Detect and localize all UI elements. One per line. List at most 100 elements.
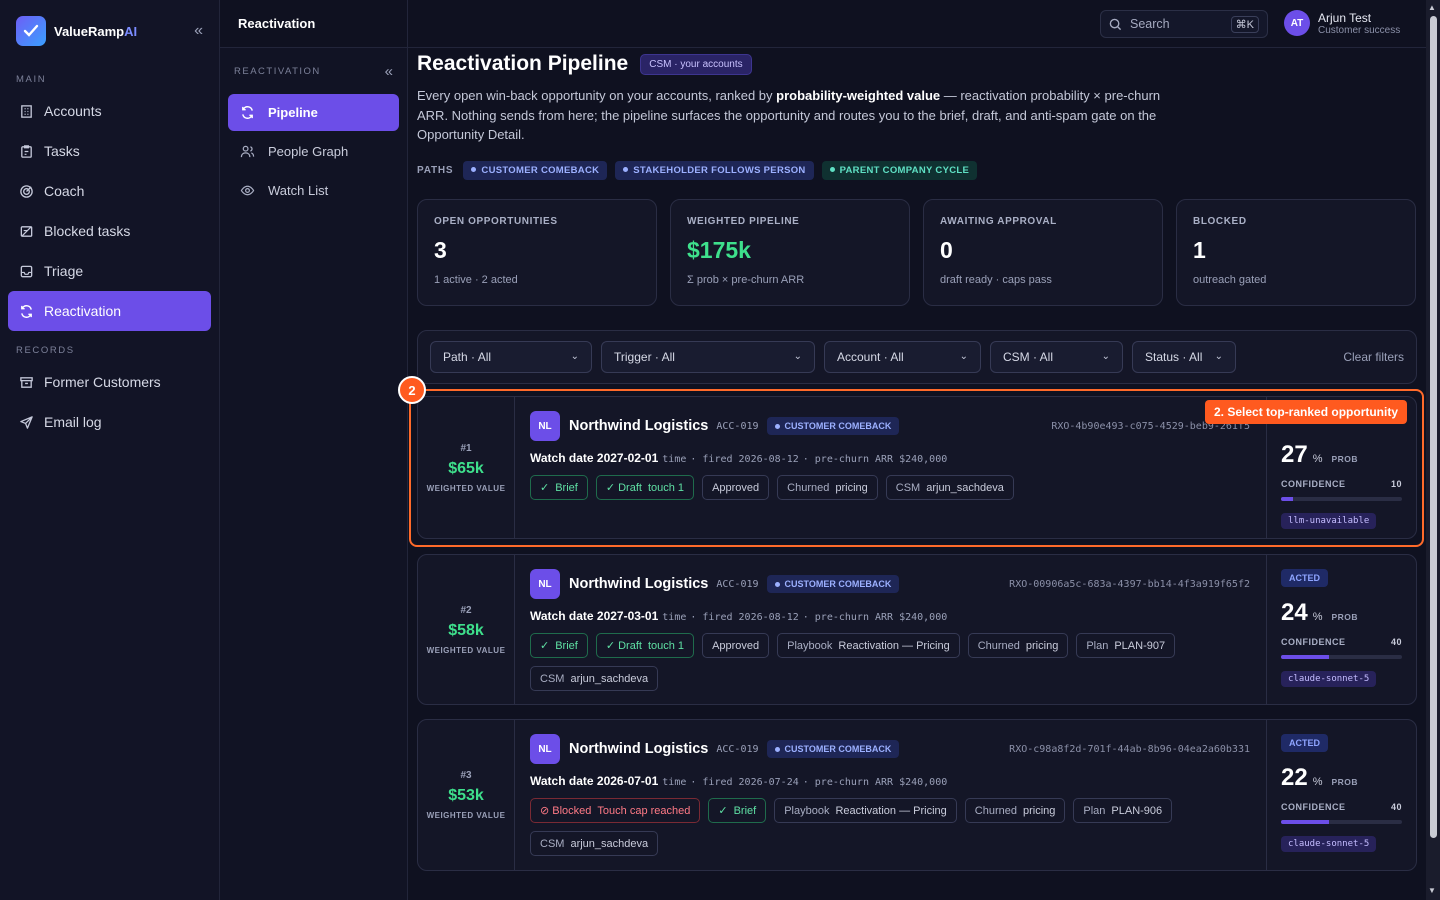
opportunity-tag[interactable]: Approved <box>702 475 770 500</box>
collapse-subnav-icon[interactable]: « <box>385 63 393 80</box>
collapse-sidebar-icon[interactable]: « <box>194 22 203 40</box>
account-name[interactable]: Northwind Logistics <box>569 576 708 592</box>
opportunity-card[interactable]: #3 $53k WEIGHTED VALUE NL Northwind Logi… <box>417 719 1417 871</box>
probability-percent: % <box>1312 776 1323 788</box>
nav-item-label: Tasks <box>44 143 80 159</box>
opportunity-tag[interactable]: ✓ Brief <box>530 475 588 500</box>
sidebar-item-former-customers[interactable]: Former Customers <box>8 362 211 402</box>
probability-column: ACTED 22 % PROB CONFIDENCE 40 claude-sonn… <box>1266 720 1416 870</box>
account-filter-select[interactable]: Account · All ⌄ <box>824 340 981 373</box>
csm-filter-select[interactable]: CSM · All ⌄ <box>990 340 1123 373</box>
brand-logo-icon <box>16 16 46 46</box>
opportunity-tag[interactable]: ✓ Draft touch 1 <box>595 633 695 658</box>
trigger-filter-select[interactable]: Trigger · All ⌄ <box>601 340 815 373</box>
sidebar: ValueRampAI « MAIN Accounts Tasks Coach … <box>0 0 220 900</box>
target-icon <box>18 183 34 199</box>
probability-label: PROB <box>1331 777 1359 787</box>
opportunity-tag[interactable]: Plan PLAN-906 <box>1073 798 1173 823</box>
weighted-value-label: WEIGHTED VALUE <box>426 645 506 655</box>
refresh-icon <box>18 303 34 319</box>
section-label-main: MAIN <box>16 74 47 85</box>
stat-label: AWAITING APPROVAL <box>940 215 1057 227</box>
opportunity-tag[interactable]: ✓ Draft touch 1 <box>595 475 695 500</box>
account-name[interactable]: Northwind Logistics <box>569 741 708 757</box>
opportunity-tag[interactable]: CSM arjun_sachdeva <box>530 831 659 856</box>
chevron-down-icon: ⌄ <box>793 351 802 362</box>
stat-card: WEIGHTED PIPELINE $175k Σ prob × pre-chu… <box>670 198 910 306</box>
subnav-section: REACTIVATION « <box>234 62 393 80</box>
tag-list: ⊘ Blocked Touch cap reached ✓ Brief Playbo… <box>530 798 1250 856</box>
annotation-step-number: 2 <box>398 376 426 404</box>
tag-list: ✓ Brief ✓ Draft touch 1 Approved Churned pr… <box>530 475 1250 500</box>
sidebar-item-tasks[interactable]: Tasks <box>8 131 211 171</box>
opportunity-tag[interactable]: CSM arjun_sachdeva <box>530 666 659 691</box>
sidebar-item-email-log[interactable]: Email log <box>8 402 211 442</box>
path-filter-select[interactable]: Path · All ⌄ <box>430 340 592 373</box>
weighted-value: $53k <box>448 787 484 804</box>
sidebar-item-accounts[interactable]: Accounts <box>8 91 211 131</box>
confidence-label: CONFIDENCE <box>1281 479 1346 489</box>
status-filter-select[interactable]: Status · All ⌄ <box>1132 340 1236 373</box>
opportunity-tag[interactable]: Playbook Reactivation — Pricing <box>774 798 957 823</box>
probability-value: 22 <box>1281 764 1308 791</box>
stat-value: 3 <box>434 236 447 263</box>
confidence-bar <box>1281 655 1402 659</box>
opportunity-tag[interactable]: Churned pricing <box>964 798 1066 823</box>
user-menu[interactable]: AT Arjun Test Customer success <box>1284 10 1400 36</box>
stat-label: WEIGHTED PIPELINE <box>687 215 800 227</box>
refresh-icon <box>240 105 256 120</box>
nav-item-label: Blocked tasks <box>44 223 131 239</box>
sidebar-item-blocked-tasks[interactable]: Blocked tasks <box>8 211 211 251</box>
confidence-bar <box>1281 820 1402 824</box>
weighted-value-label: WEIGHTED VALUE <box>426 811 506 820</box>
account-avatar: NL <box>530 569 560 599</box>
sidebar-item-triage[interactable]: Triage <box>8 251 211 291</box>
subnav-item-people-graph[interactable]: People Graph <box>228 133 399 170</box>
clear-filters-link[interactable]: Clear filters <box>1343 350 1404 364</box>
confidence-bar-fill <box>1281 820 1330 824</box>
search-input[interactable]: Search ⌘K <box>1100 10 1268 38</box>
opportunity-id: RXO-00906a5c-683a-4397-bb14-4f3a919f65f2 <box>1009 579 1250 590</box>
opportunity-tag[interactable]: Playbook Reactivation — Pricing <box>777 633 960 658</box>
path-badge: CUSTOMER COMEBACK <box>766 740 900 758</box>
scroll-up-icon[interactable]: ▲ <box>1428 3 1436 12</box>
chevron-down-icon: ⌄ <box>959 351 968 362</box>
paths-legend: PATHS CUSTOMER COMEBACK STAKEHOLDER FOLL… <box>417 160 1417 180</box>
annotation-step-label: 2. Select top-ranked opportunity <box>1205 400 1408 424</box>
archive-icon <box>18 374 34 390</box>
account-id: ACC-019 <box>716 743 759 755</box>
rank-column: #3 $53k WEIGHTED VALUE <box>418 720 515 870</box>
path-badge: CUSTOMER COMEBACK <box>766 575 900 593</box>
sidebar-item-reactivation[interactable]: Reactivation <box>8 291 211 331</box>
opportunity-id: RXO-c98a8f2d-701f-44ab-8b96-04ea2a60b331 <box>1009 744 1250 755</box>
subnav-item-watch-list[interactable]: Watch List <box>228 172 399 209</box>
brand-name: ValueRampAI <box>54 23 138 39</box>
account-avatar: NL <box>530 411 560 441</box>
opportunity-tag[interactable]: Plan PLAN-907 <box>1076 633 1176 658</box>
rank-column: #2 $58k WEIGHTED VALUE <box>418 555 515 704</box>
scroll-down-icon[interactable]: ▼ <box>1428 886 1436 895</box>
sidebar-item-coach[interactable]: Coach <box>8 171 211 211</box>
opportunity-tag[interactable]: CSM arjun_sachdeva <box>885 475 1014 500</box>
account-name[interactable]: Northwind Logistics <box>569 418 708 434</box>
opportunity-tag[interactable]: Churned pricing <box>777 475 878 500</box>
opportunity-tag[interactable]: ✓ Brief <box>708 798 767 823</box>
scrollbar-thumb[interactable] <box>1430 16 1437 838</box>
avatar: AT <box>1284 10 1310 36</box>
model-badge: llm-unavailable <box>1281 513 1377 529</box>
search-icon <box>1109 18 1122 30</box>
sub-item-label: Pipeline <box>268 105 318 120</box>
opportunity-tag[interactable]: Churned pricing <box>967 633 1069 658</box>
probability-label: PROB <box>1331 454 1359 464</box>
opportunity-card[interactable]: #2 $58k WEIGHTED VALUE NL Northwind Logi… <box>417 554 1417 705</box>
filter-bar: Path · All ⌄ Trigger · All ⌄ Account · All… <box>417 329 1417 384</box>
stat-subtext: draft ready · caps pass <box>940 273 1052 286</box>
opportunity-tag[interactable]: ⊘ Blocked Touch cap reached <box>530 798 701 823</box>
probability-percent: % <box>1312 611 1323 623</box>
stat-value: 0 <box>940 236 953 263</box>
scrollbar[interactable]: ▲ ▼ <box>1426 0 1440 900</box>
subnav-item-pipeline[interactable]: Pipeline <box>228 94 399 131</box>
opportunity-tag[interactable]: ✓ Brief <box>530 633 588 658</box>
opportunity-tag[interactable]: Approved <box>702 633 770 658</box>
subnav: REACTIVATION « Pipeline People Graph Wat… <box>220 48 408 900</box>
